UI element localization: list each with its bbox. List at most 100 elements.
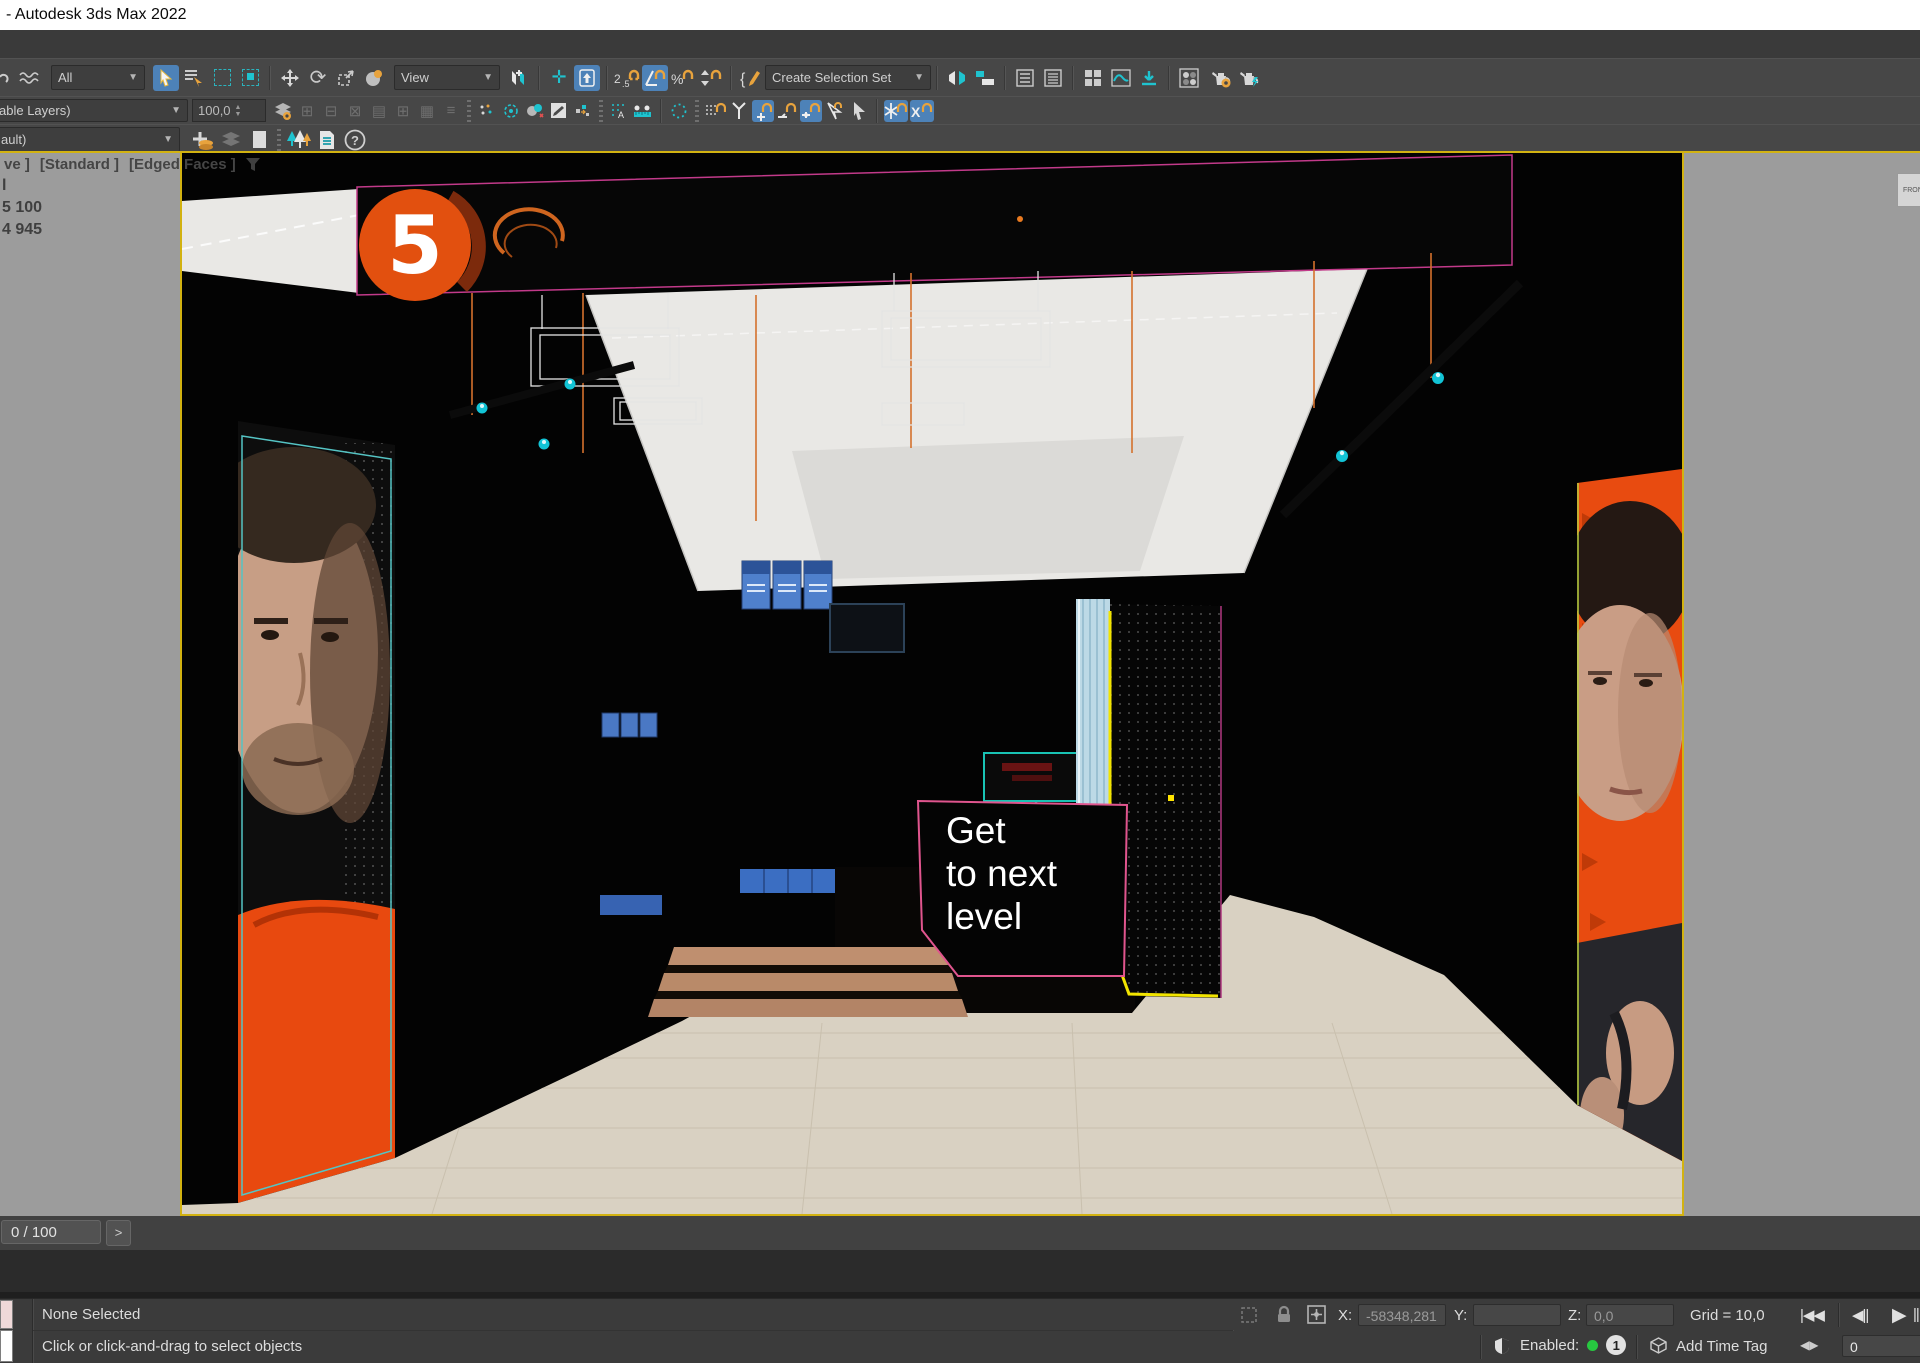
- keyboard-shortcut-override-toggle[interactable]: [574, 65, 600, 91]
- layer-props-icon[interactable]: ▦: [416, 100, 438, 122]
- go-to-end-button[interactable]: ||: [1913, 1306, 1919, 1323]
- maxscript-mini-listener-white[interactable]: [0, 1330, 13, 1362]
- camera-view[interactable]: 5: [182, 153, 1682, 1214]
- scene-render: 5: [182, 153, 1682, 1214]
- toggle-scene-explorer-button[interactable]: [1012, 65, 1038, 91]
- vertex-snap-icon[interactable]: [728, 100, 750, 122]
- add-to-layer-icon[interactable]: ⊠: [344, 100, 366, 122]
- selection-lock-icon[interactable]: [1276, 1305, 1292, 1324]
- material-editor-button[interactable]: [1176, 65, 1202, 91]
- snap-freeze-toggle[interactable]: [884, 100, 908, 122]
- edit-named-selection-sets-button[interactable]: {: [738, 65, 764, 91]
- maxscript-mini-listener-pink[interactable]: [0, 1300, 13, 1329]
- hide-layer-icon[interactable]: ≡: [440, 100, 462, 122]
- time-slider[interactable]: 0 / 100: [1, 1220, 101, 1244]
- viewport[interactable]: ve ] [Standard ] [Edged Faces ] l 5 100 …: [0, 151, 1920, 1220]
- select-and-move-button[interactable]: [277, 65, 303, 91]
- viewcube[interactable]: FRONT: [1897, 173, 1920, 207]
- set-current-layer-icon[interactable]: ⊞: [392, 100, 414, 122]
- window-title: - Autodesk 3ds Max 2022: [0, 0, 1920, 30]
- notes-document-icon[interactable]: [314, 127, 340, 153]
- shield-icon[interactable]: [1494, 1337, 1510, 1355]
- grid-snap-icon[interactable]: [704, 100, 726, 122]
- target-tool-icon[interactable]: [500, 100, 522, 122]
- grid-small-icon[interactable]: [572, 100, 594, 122]
- render-button[interactable]: [1237, 65, 1263, 91]
- viewport-renderer-label[interactable]: [Standard ]: [40, 156, 119, 173]
- select-object-button[interactable]: [153, 65, 179, 91]
- add-time-tag[interactable]: Add Time Tag: [1676, 1338, 1767, 1355]
- dots-tool-icon[interactable]: [476, 100, 498, 122]
- select-by-name-button[interactable]: [181, 65, 207, 91]
- snap-x-toggle[interactable]: X: [910, 100, 934, 122]
- spinner-arrows-icon[interactable]: ▲▼: [235, 104, 242, 118]
- select-and-link-icon[interactable]: [0, 65, 14, 91]
- window-crossing-toggle[interactable]: [237, 65, 263, 91]
- angle-snap-toggle[interactable]: [642, 65, 668, 91]
- select-and-manipulate-button[interactable]: ✛: [546, 65, 572, 91]
- render-setup-button[interactable]: [1209, 65, 1235, 91]
- grid-align-icon[interactable]: A: [608, 100, 630, 122]
- align-button[interactable]: [972, 65, 998, 91]
- layers-stack-icon[interactable]: [218, 127, 244, 153]
- pivot-snap-toggle[interactable]: [752, 100, 774, 122]
- select-and-rotate-button[interactable]: ⟳: [305, 65, 331, 91]
- toggle-layer-explorer-button[interactable]: [1040, 65, 1066, 91]
- edge-snap-icon[interactable]: [776, 100, 798, 122]
- key-mode-toggle-icon[interactable]: ◀▶: [1800, 1338, 1818, 1352]
- select-and-scale-button[interactable]: [333, 65, 359, 91]
- mirror-button[interactable]: [944, 65, 970, 91]
- select-cursor-icon[interactable]: [848, 100, 870, 122]
- help-icon[interactable]: ?: [342, 127, 368, 153]
- snaps-toggle-25[interactable]: 2.5: [614, 65, 640, 91]
- select-layer-objects-icon[interactable]: ▤: [368, 100, 390, 122]
- viewcube-front-face[interactable]: FRONT: [1903, 187, 1920, 194]
- selection-filter-dropdown[interactable]: All▼: [51, 65, 145, 90]
- timeline-ruler[interactable]: [0, 1250, 1920, 1292]
- enabled-indicator[interactable]: Enabled: 1: [1520, 1335, 1626, 1355]
- select-and-place-button[interactable]: [361, 65, 387, 91]
- percent-snap-toggle[interactable]: %: [670, 65, 696, 91]
- bind-to-spacewarp-icon[interactable]: [16, 65, 42, 91]
- layer-value-spinner[interactable]: 100,0 ▲▼: [192, 99, 266, 122]
- svg-text:%: %: [671, 71, 683, 87]
- rectangular-selection-region-button[interactable]: [209, 65, 235, 91]
- z-coord-field[interactable]: 0,0: [1586, 1304, 1674, 1326]
- viewport-label[interactable]: ve ] [Standard ] [Edged Faces ]: [4, 156, 260, 173]
- delete-layer-icon[interactable]: ⊟: [320, 100, 342, 122]
- create-layer-icon[interactable]: ⊞: [296, 100, 318, 122]
- use-pivot-point-center-button[interactable]: [506, 65, 532, 91]
- y-coord-field[interactable]: [1473, 1304, 1561, 1326]
- measure-ruler-icon[interactable]: [632, 100, 654, 122]
- viewport-shading-label[interactable]: [Edged Faces ]: [129, 156, 236, 173]
- spinner-snap-toggle[interactable]: [698, 65, 724, 91]
- filter-funnel-icon[interactable]: [246, 158, 260, 171]
- play-button[interactable]: ▶: [1892, 1304, 1906, 1327]
- named-selection-set-dropdown[interactable]: Create Selection Set▼: [765, 65, 931, 90]
- white-swatch[interactable]: [246, 127, 272, 153]
- midpoint-snap-toggle[interactable]: [800, 100, 822, 122]
- selectable-layers-dropdown[interactable]: able Layers)▼: [0, 99, 188, 122]
- populate-trees-icon[interactable]: [286, 127, 312, 153]
- current-frame-field[interactable]: 0: [1842, 1335, 1920, 1357]
- reference-coordinate-dropdown[interactable]: View▼: [394, 65, 500, 90]
- track-bar[interactable]: 0 / 100 >: [0, 1216, 1920, 1250]
- selection-region-status-icon[interactable]: [1240, 1306, 1258, 1324]
- viewport-pov-label[interactable]: ve ]: [4, 156, 30, 173]
- toggle-ribbon-button[interactable]: [1080, 65, 1106, 91]
- schematic-view-button[interactable]: [1136, 65, 1162, 91]
- spheres-tool-icon[interactable]: [524, 100, 546, 122]
- selected-door-panel[interactable]: [1110, 604, 1221, 998]
- x-coord-field[interactable]: -58348,281: [1358, 1304, 1446, 1326]
- next-frame-button[interactable]: >: [106, 1220, 131, 1246]
- create-new-layer-button[interactable]: [190, 127, 216, 153]
- curve-editor-button[interactable]: [1108, 65, 1134, 91]
- go-to-start-button[interactable]: |◀◀: [1800, 1306, 1824, 1324]
- cursor-snap-icon[interactable]: [824, 100, 846, 122]
- dotted-circle-icon[interactable]: [668, 100, 690, 122]
- previous-frame-button[interactable]: ◀||: [1852, 1306, 1868, 1324]
- paint-doc-icon[interactable]: [548, 100, 570, 122]
- current-layer-dropdown[interactable]: ault)▼: [0, 127, 180, 152]
- absolute-offset-toggle-icon[interactable]: [1307, 1305, 1326, 1324]
- layer-manager-icon[interactable]: [272, 100, 294, 122]
